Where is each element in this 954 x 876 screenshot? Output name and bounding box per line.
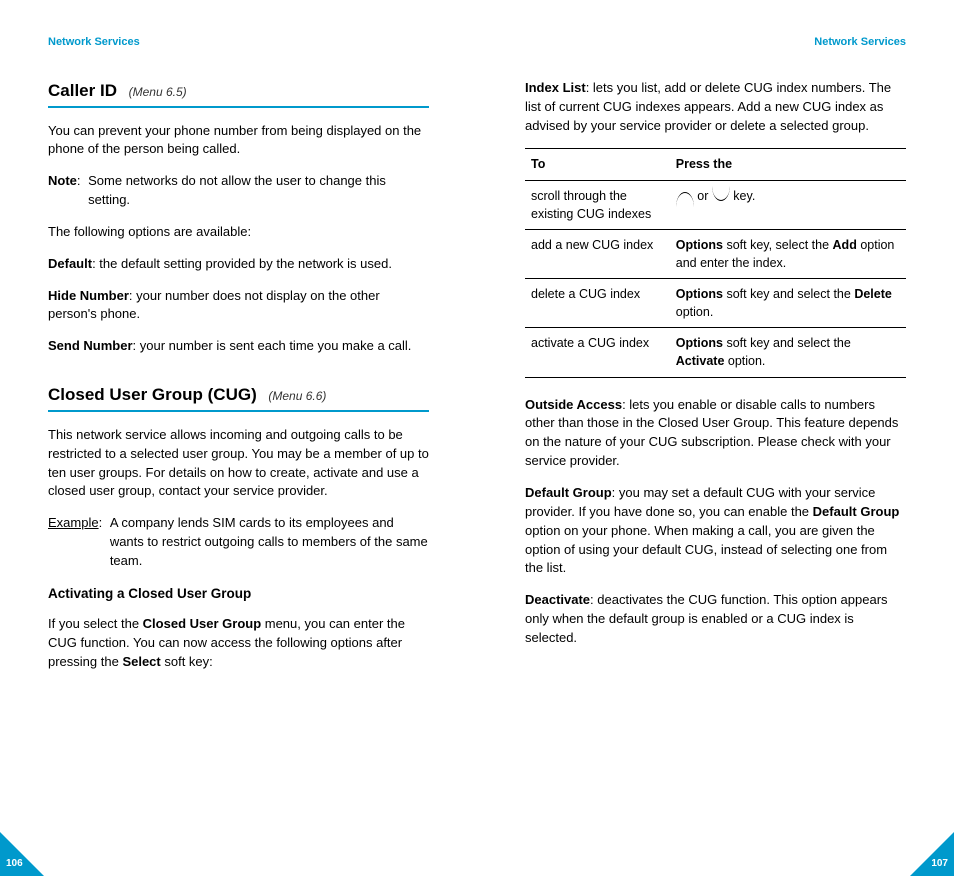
table-row: add a new CUG indexOptions soft key, sel… <box>525 229 906 278</box>
heading-text: Caller ID <box>48 81 117 100</box>
caller-id-intro: You can prevent your phone number from b… <box>48 122 429 160</box>
heading-text: Closed User Group (CUG) <box>48 385 257 404</box>
note-label: Note: <box>48 172 88 210</box>
index-list-paragraph: Index List: lets you list, add or delete… <box>525 79 906 136</box>
option-hide: Hide Number: your number does not displa… <box>48 287 429 325</box>
page-header-left: Network Services <box>48 35 429 51</box>
section-caller-id-heading: Caller ID (Menu 6.5) <box>48 79 429 108</box>
down-arc-icon <box>712 192 730 200</box>
table-row: scroll through the existing CUG indexes … <box>525 180 906 229</box>
table-cell-to: delete a CUG index <box>525 279 670 328</box>
table-cell-press: Options soft key and select the Delete o… <box>670 279 906 328</box>
table-cell-to: scroll through the existing CUG indexes <box>525 180 670 229</box>
table-cell-press: Options soft key, select the Add option … <box>670 229 906 278</box>
option-default: Default: the default setting provided by… <box>48 255 429 274</box>
page-number: 107 <box>931 857 948 872</box>
table-header-press: Press the <box>670 149 906 180</box>
option-send: Send Number: your number is sent each ti… <box>48 337 429 356</box>
table-row: delete a CUG indexOptions soft key and s… <box>525 279 906 328</box>
example-label: Example: <box>48 514 110 571</box>
deactivate-paragraph: Deactivate: deactivates the CUG function… <box>525 591 906 648</box>
options-intro: The following options are available: <box>48 223 429 242</box>
table-cell-press: Options soft key and select the Activate… <box>670 328 906 377</box>
default-group-paragraph: Default Group: you may set a default CUG… <box>525 484 906 578</box>
activating-paragraph: If you select the Closed User Group menu… <box>48 615 429 672</box>
table-cell-press: or key. <box>670 180 906 229</box>
note-block: Note: Some networks do not allow the use… <box>48 172 429 210</box>
cug-intro: This network service allows incoming and… <box>48 426 429 501</box>
left-page: Network Services Caller ID (Menu 6.5) Yo… <box>0 0 477 876</box>
example-text: A company lends SIM cards to its employe… <box>110 514 429 571</box>
table-header-to: To <box>525 149 670 180</box>
table-row: activate a CUG indexOptions soft key and… <box>525 328 906 377</box>
note-text: Some networks do not allow the user to c… <box>88 172 429 210</box>
menu-reference: (Menu 6.5) <box>129 85 187 99</box>
right-page: Network Services Index List: lets you li… <box>477 0 954 876</box>
up-arc-icon <box>676 192 694 200</box>
example-block: Example: A company lends SIM cards to it… <box>48 514 429 571</box>
subsection-heading: Activating a Closed User Group <box>48 584 429 604</box>
menu-reference: (Menu 6.6) <box>268 389 326 403</box>
cug-actions-table: To Press the scroll through the existing… <box>525 148 906 377</box>
page-number: 106 <box>6 857 23 872</box>
page-header-right: Network Services <box>525 35 906 51</box>
table-cell-to: add a new CUG index <box>525 229 670 278</box>
outside-access-paragraph: Outside Access: lets you enable or disab… <box>525 396 906 471</box>
table-cell-to: activate a CUG index <box>525 328 670 377</box>
section-cug-heading: Closed User Group (CUG) (Menu 6.6) <box>48 383 429 412</box>
